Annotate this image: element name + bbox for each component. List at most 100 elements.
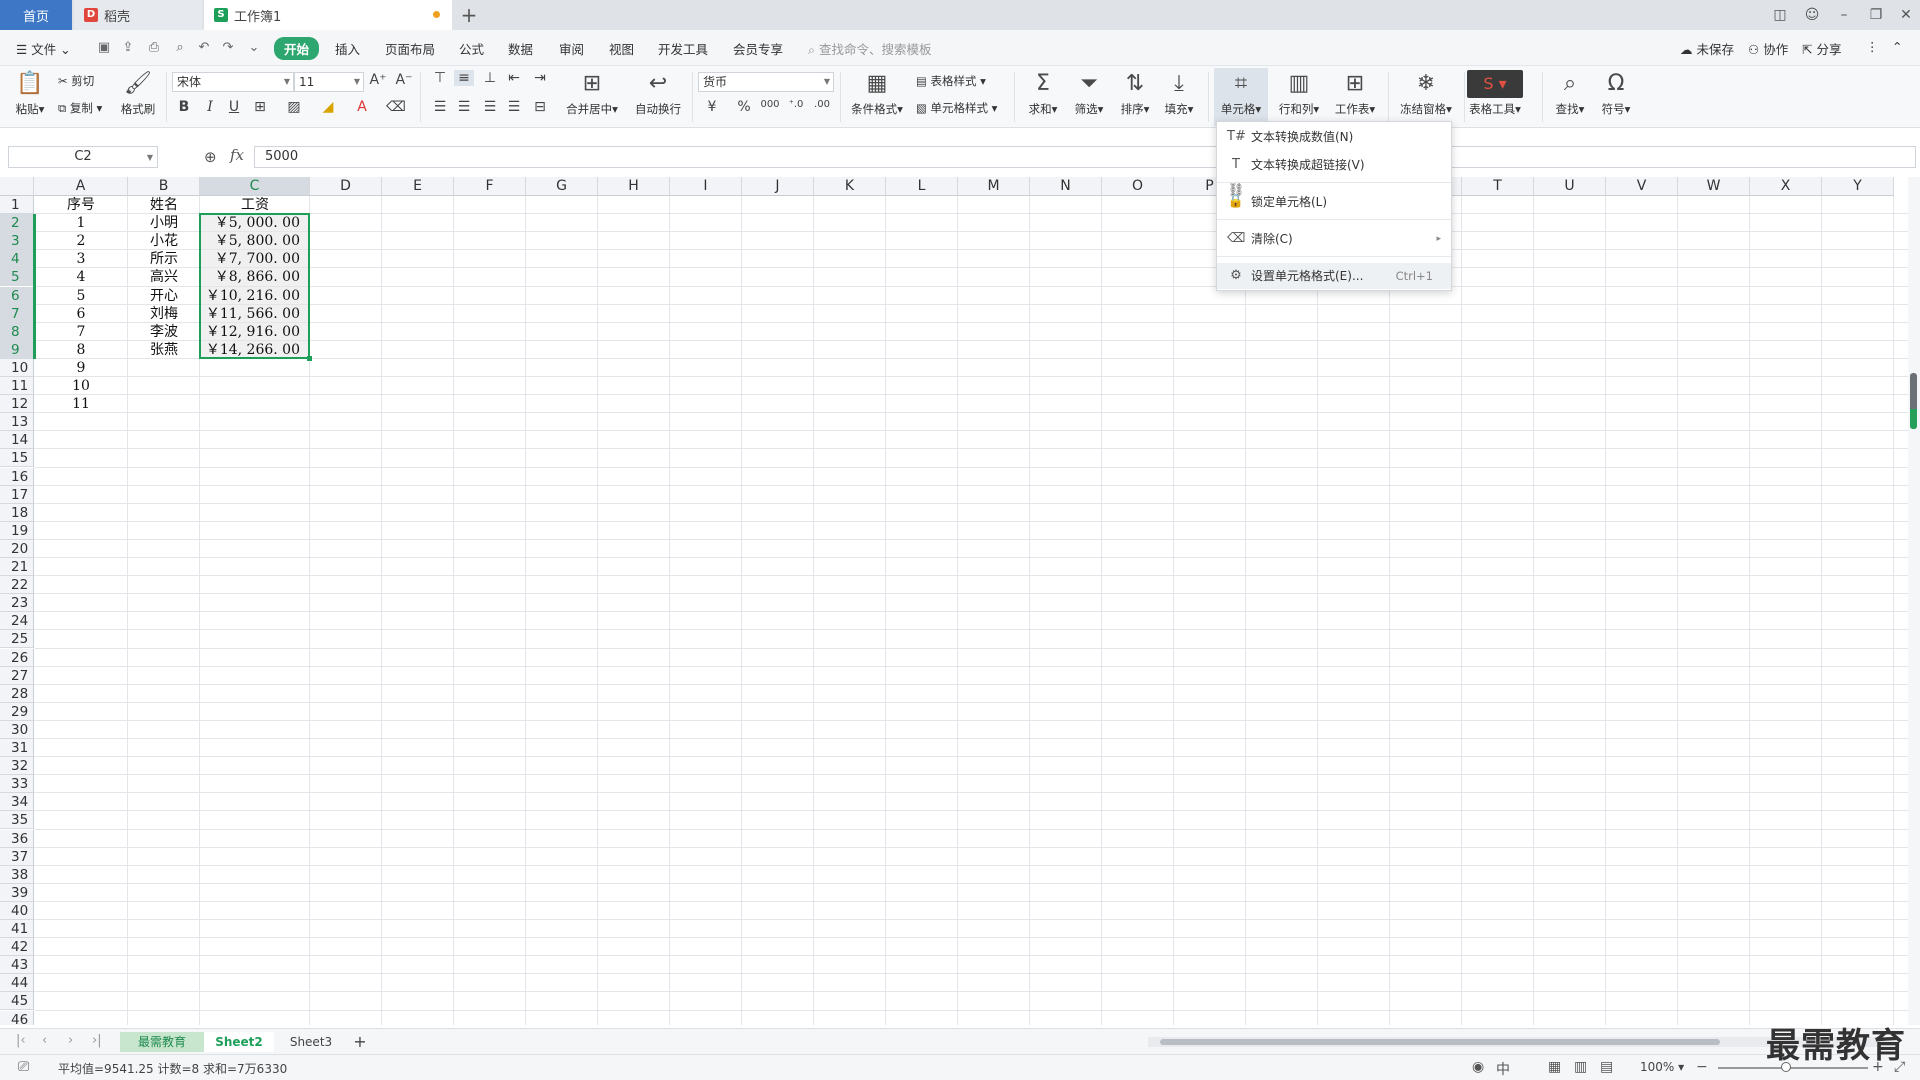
bold-icon[interactable]: B: [174, 99, 194, 115]
column-header-c[interactable]: C: [200, 177, 310, 196]
redo-icon[interactable]: ↷: [220, 40, 236, 56]
data-cell[interactable]: 4: [34, 268, 128, 286]
save-icon[interactable]: ▣: [96, 40, 112, 56]
row-header-31[interactable]: 31: [0, 739, 34, 758]
column-header-w[interactable]: W: [1678, 177, 1750, 196]
worksheet-button[interactable]: ⊞ 工作表▾: [1330, 70, 1380, 117]
collab-button[interactable]: ⚇ 协作: [1748, 39, 1788, 58]
indent-increase-icon[interactable]: ⇥: [530, 70, 550, 86]
formula-input[interactable]: 5000: [254, 146, 1916, 168]
align-bottom-icon[interactable]: ⊥: [480, 70, 500, 86]
tab-developer[interactable]: 开发工具: [658, 39, 708, 58]
row-header-25[interactable]: 25: [0, 630, 34, 649]
tab-page-layout[interactable]: 页面布局: [385, 39, 435, 58]
currency-icon[interactable]: ¥: [702, 99, 722, 115]
fill-button[interactable]: ⤓ 填充▾: [1160, 70, 1198, 117]
row-header-39[interactable]: 39: [0, 883, 34, 902]
data-cell[interactable]: 9: [34, 359, 128, 377]
column-header-e[interactable]: E: [382, 177, 454, 196]
column-header-t[interactable]: T: [1462, 177, 1534, 196]
data-cell[interactable]: 10: [34, 377, 128, 395]
cut-button[interactable]: ✂ 剪切: [58, 73, 94, 89]
filter-button[interactable]: ⏷ 筛选▾: [1070, 70, 1108, 117]
row-header-44[interactable]: 44: [0, 974, 34, 993]
font-name-select[interactable]: 宋体 ▼: [172, 72, 294, 92]
data-cell[interactable]: 小明: [128, 214, 200, 232]
cell-button[interactable]: ⌗ 单元格▾: [1214, 68, 1268, 126]
data-cell[interactable]: 所示: [128, 250, 200, 268]
column-header-i[interactable]: I: [670, 177, 742, 196]
percent-icon[interactable]: %: [734, 99, 754, 115]
tab-workbook[interactable]: S 工作簿1: [204, 0, 452, 30]
merge-center-button[interactable]: ⊞ 合并居中▾: [562, 70, 622, 117]
sum-button[interactable]: Σ 求和▾: [1024, 70, 1062, 117]
data-cell[interactable]: 开心: [128, 287, 200, 305]
row-header-1[interactable]: 1: [0, 196, 34, 215]
tab-review[interactable]: 审阅: [559, 39, 584, 58]
collapse-ribbon-icon[interactable]: ⌃: [1892, 39, 1902, 54]
layout-icon[interactable]: ◫: [1770, 5, 1790, 25]
row-col-button[interactable]: ▥ 行和列▾: [1274, 70, 1324, 117]
row-header-43[interactable]: 43: [0, 956, 34, 975]
row-header-14[interactable]: 14: [0, 431, 34, 450]
menu-item-text-to-number[interactable]: T# 文本转换成数值(N): [1217, 124, 1451, 150]
table-style-button[interactable]: ▤ 表格样式 ▾: [916, 73, 986, 89]
row-header-3[interactable]: 3: [0, 232, 34, 251]
column-header-o[interactable]: O: [1102, 177, 1174, 196]
column-header-b[interactable]: B: [128, 177, 200, 196]
menu-item-clear[interactable]: ⌫ 清除(C) ▸: [1217, 226, 1451, 252]
minimize-button[interactable]: –: [1834, 5, 1854, 25]
row-header-24[interactable]: 24: [0, 612, 34, 631]
export-icon[interactable]: ⇪: [120, 40, 136, 56]
input-method-icon[interactable]: 中: [1496, 1059, 1510, 1079]
increase-decimal-icon[interactable]: ⁺.0: [786, 99, 806, 110]
row-header-41[interactable]: 41: [0, 920, 34, 939]
row-header-15[interactable]: 15: [0, 449, 34, 468]
data-cell[interactable]: 7: [34, 323, 128, 341]
first-sheet-icon[interactable]: |‹: [16, 1033, 26, 1048]
fx-icon[interactable]: fx: [230, 146, 244, 164]
new-tab-button[interactable]: +: [458, 4, 480, 26]
row-header-37[interactable]: 37: [0, 847, 34, 866]
zoom-slider[interactable]: [1718, 1067, 1868, 1069]
column-header-l[interactable]: L: [886, 177, 958, 196]
underline-icon[interactable]: U: [224, 99, 244, 115]
clear-format-icon[interactable]: ⌫: [386, 99, 406, 115]
row-header-28[interactable]: 28: [0, 684, 34, 703]
data-cell[interactable]: 李波: [128, 323, 200, 341]
unsaved-status[interactable]: ☁ 未保存: [1680, 39, 1734, 58]
row-header-36[interactable]: 36: [0, 829, 34, 848]
column-header-d[interactable]: D: [310, 177, 382, 196]
menu-item-format-cells[interactable]: ⚙ 设置单元格格式(E)... Ctrl+1: [1217, 263, 1451, 289]
row-header-34[interactable]: 34: [0, 793, 34, 812]
column-header-n[interactable]: N: [1030, 177, 1102, 196]
row-header-6[interactable]: 6: [0, 286, 34, 305]
menu-item-text-to-link[interactable]: T⛓ 文本转换成超链接(V): [1217, 152, 1451, 198]
data-cell[interactable]: 小花: [128, 232, 200, 250]
row-header-16[interactable]: 16: [0, 467, 34, 486]
tab-formula[interactable]: 公式: [459, 39, 484, 58]
row-header-13[interactable]: 13: [0, 413, 34, 432]
wrap-text-button[interactable]: ↩ 自动换行: [632, 70, 684, 117]
eye-protect-icon[interactable]: ◉: [1472, 1059, 1484, 1075]
row-header-45[interactable]: 45: [0, 992, 34, 1011]
tab-home[interactable]: 首页: [0, 0, 72, 30]
tab-insert[interactable]: 插入: [335, 39, 360, 58]
column-header-u[interactable]: U: [1534, 177, 1606, 196]
copy-button[interactable]: ⧉ 复制 ▾: [58, 100, 102, 116]
row-header-35[interactable]: 35: [0, 811, 34, 830]
name-box[interactable]: C2 ▼: [8, 146, 158, 168]
avatar[interactable]: ☺: [1802, 5, 1822, 25]
increase-font-icon[interactable]: A⁺: [368, 72, 388, 88]
print-preview-icon[interactable]: ⌕: [172, 40, 188, 56]
column-header-g[interactable]: G: [526, 177, 598, 196]
data-cell[interactable]: 2: [34, 232, 128, 250]
row-header-27[interactable]: 27: [0, 666, 34, 685]
row-header-18[interactable]: 18: [0, 503, 34, 522]
sheet-tab-3[interactable]: Sheet3: [276, 1032, 346, 1052]
row-header-9[interactable]: 9: [0, 340, 34, 359]
print-icon[interactable]: ⎙: [146, 40, 162, 56]
number-format-select[interactable]: 货币 ▼: [698, 72, 834, 92]
highlight-icon[interactable]: ◢: [318, 99, 338, 115]
tab-data[interactable]: 数据: [508, 39, 533, 58]
